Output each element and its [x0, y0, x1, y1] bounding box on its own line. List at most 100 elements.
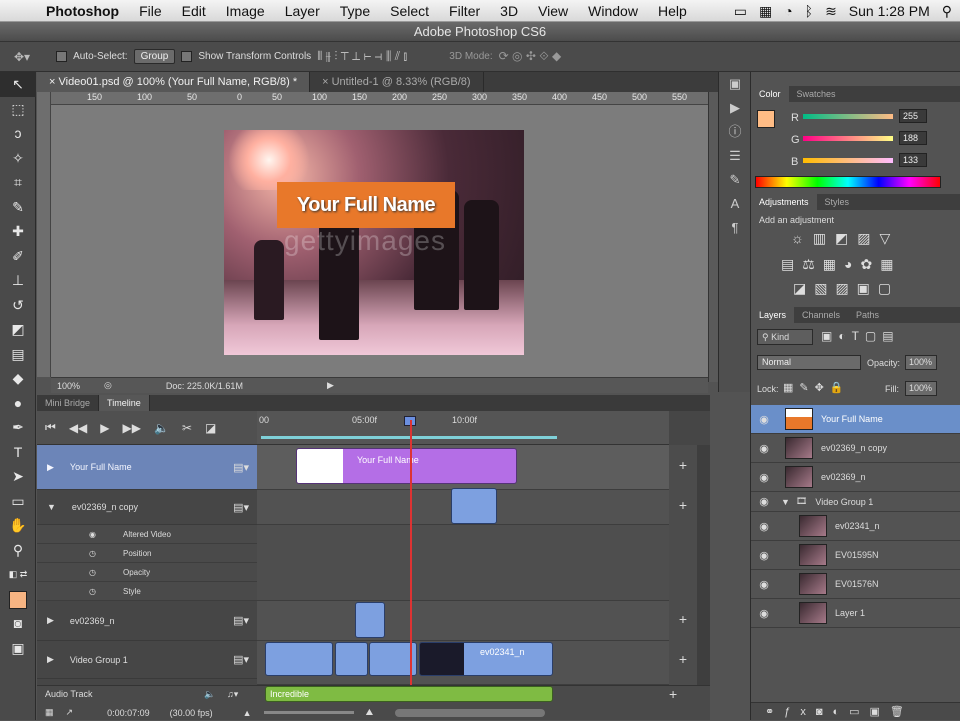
- subtrack-position[interactable]: ◷ Position: [37, 544, 257, 563]
- time-machine-icon[interactable]: ◔: [784, 3, 792, 19]
- align-icons[interactable]: ⫴ ⫵ ⫶ ⊤ ⊥ ⊢ ⊣ ⫼ ⫽ ⫾: [317, 49, 407, 64]
- crop-tool-icon[interactable]: ⌗: [0, 170, 36, 195]
- adjustment-icons-row2[interactable]: ▤⚖▦◕✿▦: [781, 256, 901, 273]
- actions-icon[interactable]: ▶: [719, 96, 751, 120]
- g-value[interactable]: 188: [899, 131, 927, 145]
- zoom-in-icon[interactable]: ⛰: [366, 707, 374, 718]
- layer-your-full-name[interactable]: ◉ Your Full Name: [751, 405, 960, 434]
- menu-file[interactable]: File: [129, 3, 172, 19]
- layer-ev01576n[interactable]: ◉ EV01576N: [751, 570, 960, 599]
- layer-ev02369-copy[interactable]: ◉ ev02369_n copy: [751, 434, 960, 463]
- layer-name[interactable]: ev02369_n: [821, 472, 866, 482]
- layer-name[interactable]: EV01595N: [835, 550, 879, 560]
- marquee-tool-icon[interactable]: ⬚: [0, 97, 36, 122]
- layers-footer-icons[interactable]: ⚭ƒx◙◐▭▣🗑: [751, 702, 960, 720]
- tab-swatches[interactable]: Swatches: [789, 86, 844, 102]
- film-icon[interactable]: ▤▾: [233, 461, 249, 474]
- tab-channels[interactable]: Channels: [794, 307, 848, 323]
- zoom-level[interactable]: 100%: [57, 381, 80, 391]
- render-video-icon[interactable]: ↗: [66, 707, 74, 718]
- eye-icon[interactable]: ◉: [751, 549, 777, 562]
- clip-ev02341[interactable]: ev02341_n: [419, 642, 553, 676]
- stopwatch-icon[interactable]: ◷: [89, 587, 96, 596]
- eye-icon[interactable]: ◉: [751, 442, 777, 455]
- path-select-icon[interactable]: ➤: [0, 464, 36, 489]
- b-value[interactable]: 133: [899, 153, 927, 167]
- stopwatch-icon[interactable]: ◷: [89, 549, 96, 558]
- foreground-color-swatch[interactable]: [0, 587, 36, 612]
- brush-presets-icon[interactable]: ✎: [719, 168, 751, 192]
- clip-ev02369[interactable]: [355, 602, 385, 638]
- blur-tool-icon[interactable]: ◆: [0, 366, 36, 391]
- clock[interactable]: Sun 1:28 PM: [849, 3, 930, 19]
- grid-icon[interactable]: ▦: [759, 3, 772, 20]
- layer-video-group-1[interactable]: ◉ ▼ 🎞 Video Group 1: [751, 492, 960, 512]
- eraser-tool-icon[interactable]: ◩: [0, 317, 36, 342]
- quick-mask-icon[interactable]: ◙: [0, 611, 36, 636]
- frame-mode-icon[interactable]: ▦: [45, 707, 54, 718]
- spotlight-icon[interactable]: ⚲: [942, 3, 952, 20]
- show-transform-checkbox[interactable]: [181, 51, 193, 62]
- type-tool-icon[interactable]: T: [0, 440, 36, 465]
- eye-icon[interactable]: ◉: [751, 471, 777, 484]
- tab-adjustments[interactable]: Adjustments: [751, 194, 817, 210]
- fill-field[interactable]: 100%: [905, 381, 937, 396]
- 3d-mode-icons[interactable]: ⟳ ◎ ✣ ⟐ ◆: [499, 49, 562, 64]
- document-image[interactable]: gettyimages Your Full Name: [224, 130, 524, 355]
- collapse-icon[interactable]: ▼: [47, 502, 56, 512]
- add-media-icon[interactable]: +: [669, 457, 697, 473]
- info-icon[interactable]: ⓘ: [719, 120, 751, 144]
- playhead-line[interactable]: [410, 420, 412, 702]
- color-ramp[interactable]: [755, 176, 941, 188]
- film-icon[interactable]: ▤▾: [233, 653, 249, 666]
- menu-3d[interactable]: 3D: [490, 3, 528, 19]
- clip-ev02369-copy[interactable]: [451, 488, 497, 524]
- opacity-field[interactable]: 100%: [905, 355, 937, 370]
- film-icon[interactable]: ▤▾: [233, 614, 249, 627]
- timeline-lanes[interactable]: Your Full Name ev02341_n: [257, 445, 669, 685]
- auto-select-dropdown[interactable]: Group: [133, 49, 176, 64]
- brush-tool-icon[interactable]: ✐: [0, 244, 36, 269]
- menu-select[interactable]: Select: [380, 3, 439, 19]
- eyedropper-tool-icon[interactable]: ✎: [0, 195, 36, 220]
- next-frame-icon[interactable]: ▶▶: [123, 421, 141, 435]
- canvas-scrollbar[interactable]: [708, 92, 718, 382]
- share-icon[interactable]: ◎: [104, 380, 112, 391]
- menu-app[interactable]: Photoshop: [36, 3, 129, 19]
- status-arrow-icon[interactable]: ▶: [327, 380, 334, 391]
- move-tool-icon[interactable]: ✥▾: [14, 50, 30, 64]
- music-note-icon[interactable]: ♫▾: [227, 689, 238, 700]
- stamp-tool-icon[interactable]: ⊥: [0, 268, 36, 293]
- eye-icon[interactable]: ◉: [751, 607, 777, 620]
- layer-1[interactable]: ◉ Layer 1: [751, 599, 960, 628]
- subtrack-opacity[interactable]: ◷ Opacity: [37, 563, 257, 582]
- add-media-icon[interactable]: +: [669, 611, 697, 627]
- adjustment-icons-row1[interactable]: ☼▥◩▨▽: [791, 230, 899, 247]
- tab-mini-bridge[interactable]: Mini Bridge: [37, 395, 100, 411]
- expand-icon[interactable]: ▶: [47, 615, 54, 626]
- g-slider[interactable]: [803, 136, 893, 141]
- name-banner[interactable]: Your Full Name: [277, 182, 455, 228]
- default-colors-icon[interactable]: ◧ ⇄: [0, 562, 36, 587]
- menu-help[interactable]: Help: [648, 3, 697, 19]
- subtrack-altered-video[interactable]: ◉ Altered Video: [37, 525, 257, 544]
- eye-icon[interactable]: ◉: [751, 578, 777, 591]
- eye-icon[interactable]: ◉: [751, 495, 777, 508]
- b-slider[interactable]: [803, 158, 893, 163]
- character-icon[interactable]: A: [719, 192, 751, 216]
- layer-name[interactable]: EV01576N: [835, 579, 879, 589]
- layer-name[interactable]: ev02341_n: [835, 521, 880, 531]
- properties-icon[interactable]: ☰: [719, 144, 751, 168]
- screen-mode-icon[interactable]: ▣: [0, 636, 36, 661]
- tab-untitled[interactable]: × Untitled-1 @ 8.33% (RGB/8): [310, 72, 484, 92]
- mute-audio-icon[interactable]: 🔈: [154, 421, 169, 435]
- subtrack-style[interactable]: ◷ Style: [37, 582, 257, 601]
- track-video-group-1[interactable]: ▶ Video Group 1 ▤▾: [37, 641, 257, 679]
- track-ev02369[interactable]: ▶ ev02369_n ▤▾: [37, 601, 257, 641]
- collapse-icon[interactable]: ▼: [781, 497, 790, 507]
- display-icon[interactable]: ▭: [734, 3, 747, 20]
- bluetooth-icon[interactable]: ᛒ: [805, 3, 813, 19]
- layer-name[interactable]: Your Full Name: [821, 414, 883, 424]
- layer-ev02341[interactable]: ◉ ev02341_n: [751, 512, 960, 541]
- tab-timeline[interactable]: Timeline: [99, 395, 150, 411]
